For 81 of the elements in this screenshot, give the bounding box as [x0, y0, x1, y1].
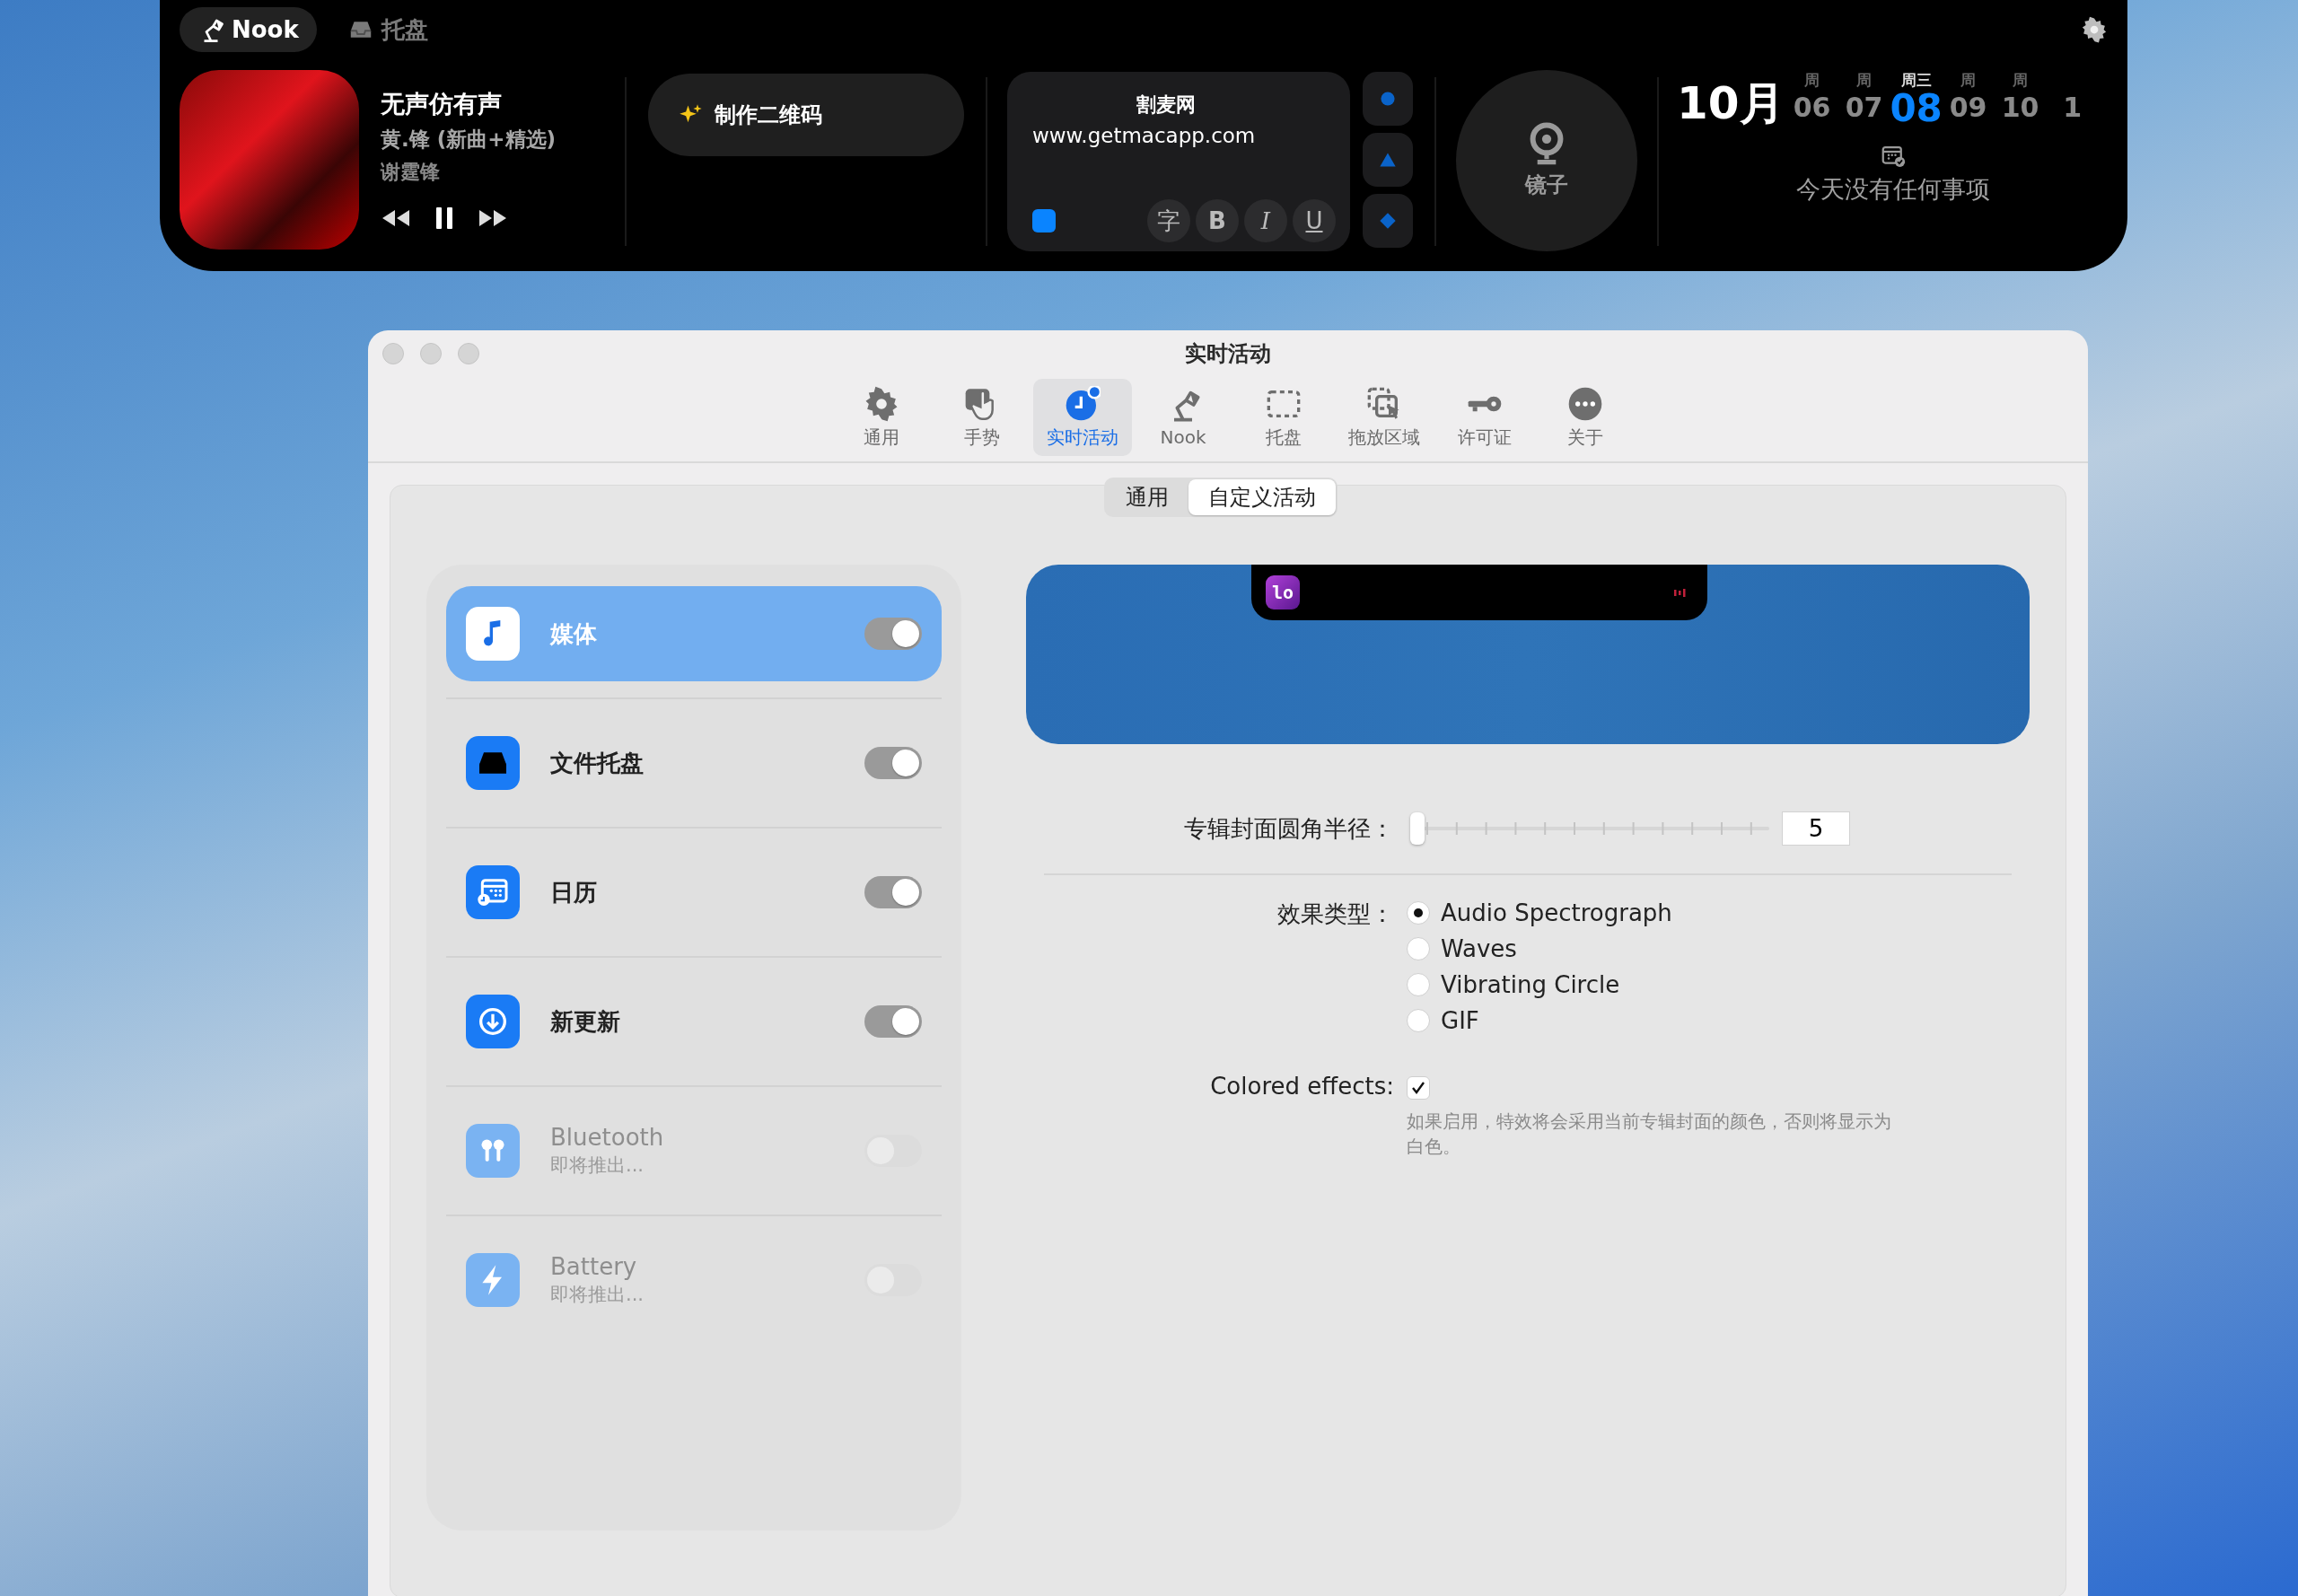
toolbar-tab[interactable]: Nook [1134, 379, 1232, 456]
pause-icon[interactable] [434, 206, 454, 231]
panel-tab[interactable]: 托盘 [329, 7, 446, 52]
month-label: 10月 [1677, 76, 1785, 131]
weekday-label: 周 [1960, 70, 1977, 90]
activity-row[interactable]: 日历 [446, 845, 942, 940]
more-icon [1567, 385, 1603, 422]
character-button[interactable]: 字 [1147, 199, 1190, 242]
activity-name: 日历 [550, 877, 598, 908]
rewind-icon[interactable] [381, 208, 411, 228]
value-field[interactable]: 5 [1782, 811, 1850, 846]
weekday-label: 周 [1856, 70, 1873, 90]
no-events-text: 今天没有任何事项 [1796, 174, 1990, 205]
song-title: 无声仿有声 [381, 89, 503, 119]
settings-icon[interactable] [2081, 16, 2108, 43]
radio-button[interactable] [1407, 973, 1430, 996]
activity-subtitle: 即将推出... [550, 1153, 645, 1178]
activity-subtitle: 即将推出... [550, 1283, 645, 1307]
field-label: Colored effects: [1209, 1073, 1395, 1101]
option-label: Vibrating Circle [1441, 971, 1620, 998]
clock-badge-icon [1065, 385, 1101, 422]
italic-button[interactable]: I [1244, 199, 1287, 242]
option-label: Waves [1441, 935, 1517, 962]
toolbar-tab[interactable]: 拖放区域 [1335, 379, 1434, 456]
day-number[interactable]: 1 [2063, 92, 2083, 123]
shape-button[interactable] [1363, 133, 1413, 187]
activity-name: 文件托盘 [550, 748, 645, 778]
note-text: www.getmacapp.com [1032, 124, 1257, 147]
settings-icon [864, 385, 899, 422]
radio-button[interactable] [1407, 937, 1430, 960]
field-label: 专辑封面圆角半径： [1183, 813, 1395, 844]
activity-row[interactable]: 新更新 [446, 974, 942, 1069]
toggle-switch[interactable] [864, 1005, 922, 1038]
day-number[interactable]: 09 [1949, 92, 1987, 123]
day-number[interactable]: 10 [2001, 92, 2039, 123]
toolbar-tab[interactable]: 手势 [933, 379, 1031, 456]
shape-button[interactable] [1363, 194, 1413, 248]
weekday-label: 周 [1804, 70, 1820, 90]
day-number[interactable]: 06 [1793, 92, 1831, 123]
toggle-switch[interactable] [864, 747, 922, 779]
activity-row[interactable]: 文件托盘 [446, 715, 942, 811]
segment-tab[interactable]: 自定义活动 [1188, 479, 1336, 515]
checkbox[interactable] [1407, 1076, 1430, 1100]
weekday-label: 周 [2013, 70, 2029, 90]
note-title: 割麦网 [1136, 92, 1197, 118]
make-qr-code-button[interactable]: 制作二维码 [648, 74, 964, 156]
option-label: Audio Spectrograph [1441, 899, 1672, 926]
color-swatch[interactable] [1032, 209, 1056, 232]
artist-name: 谢霆锋 [381, 160, 441, 185]
field-label: 效果类型： [1276, 899, 1395, 929]
toolbar-tab[interactable]: 通用 [832, 379, 931, 456]
toggle-switch[interactable] [864, 876, 922, 908]
fast-forward-icon[interactable] [478, 208, 508, 228]
activity-name: Battery [550, 1253, 638, 1280]
bold-button[interactable]: B [1196, 199, 1239, 242]
mirror-button[interactable]: 镜子 [1456, 70, 1637, 251]
radius-slider[interactable] [1410, 811, 1769, 846]
radio-button[interactable] [1407, 1009, 1430, 1032]
underline-button[interactable]: U [1293, 199, 1336, 242]
help-text: 如果启用，特效将会采用当前专辑封面的颜色，否则将显示为白色。 [1407, 1109, 1891, 1159]
radio-button[interactable] [1407, 901, 1430, 925]
activity-name: 新更新 [550, 1006, 621, 1037]
day-number[interactable]: 07 [1845, 92, 1883, 123]
activity-name: Bluetooth [550, 1124, 665, 1151]
toolbar-tab[interactable]: 托盘 [1234, 379, 1333, 456]
option-label: GIF [1441, 1007, 1479, 1034]
toolbar-tab[interactable]: 许可证 [1435, 379, 1534, 456]
toggle-switch[interactable] [864, 618, 922, 650]
toolbar-tab[interactable]: 实时活动 [1033, 379, 1132, 456]
segment-tab[interactable]: 通用 [1106, 479, 1188, 515]
window-title: 实时活动 [1185, 340, 1271, 368]
app-icon: lo [1266, 575, 1300, 609]
panel-tab[interactable]: Nook [180, 7, 317, 52]
album-name: 黄.锋 (新曲+精选) [381, 127, 557, 153]
shape-button[interactable] [1363, 72, 1413, 126]
checkmark-icon [1410, 1080, 1426, 1096]
toolbar-tab[interactable]: 关于 [1536, 379, 1635, 456]
activity-name: 媒体 [550, 618, 598, 649]
webcam-icon [1528, 122, 1566, 165]
weekday-label: 周三 [1900, 70, 1932, 90]
audio-bars-icon [1673, 587, 1688, 598]
